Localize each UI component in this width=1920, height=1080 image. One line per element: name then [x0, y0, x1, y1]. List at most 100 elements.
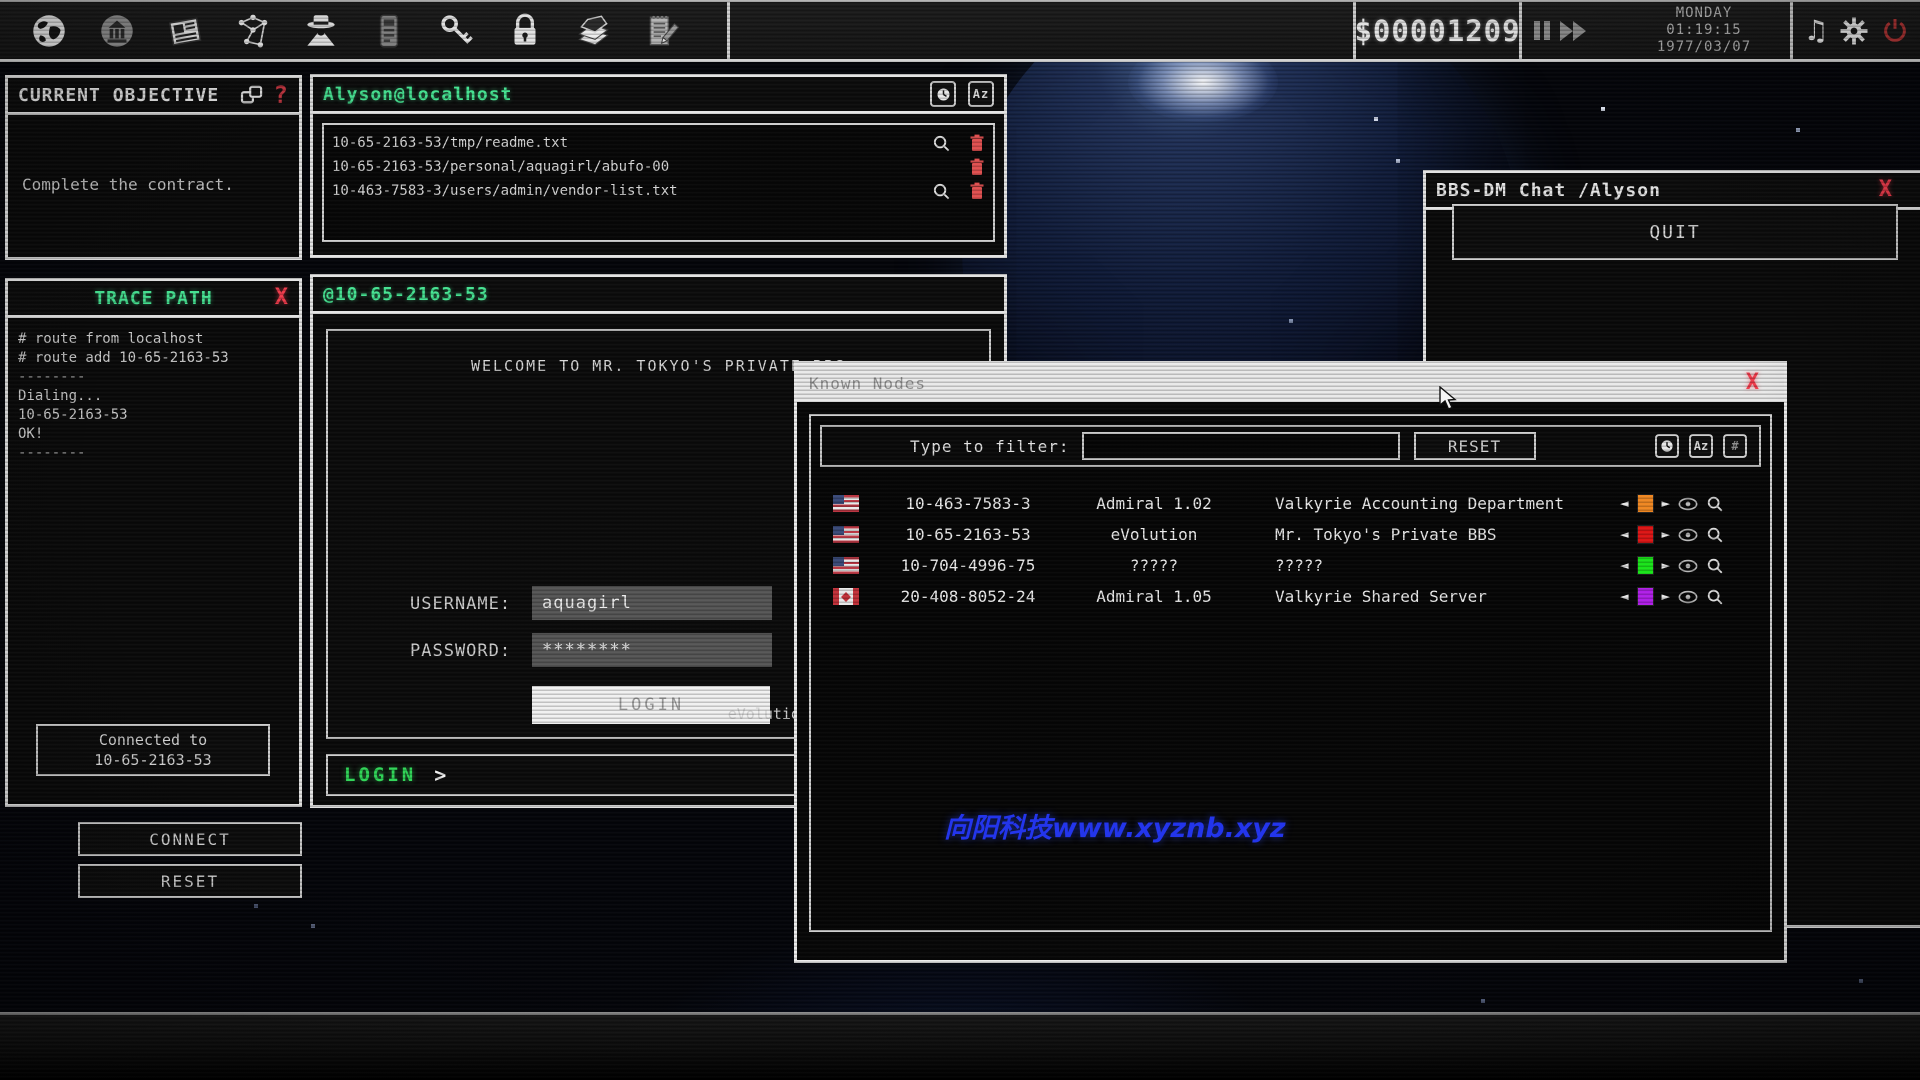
clock-date: 1977/03/07 [1620, 39, 1788, 56]
trace-line: # route from localhost [18, 330, 289, 349]
sort-alpha-icon[interactable]: Az [1689, 434, 1713, 458]
node-color-swatch[interactable] [1637, 587, 1654, 606]
trace-line: 10-65-2163-53 [18, 406, 289, 425]
color-prev-icon[interactable]: ◄ [1620, 528, 1628, 541]
music-icon[interactable]: ♫ [1803, 14, 1828, 47]
chat-title: BBS-DM Chat /Alyson [1436, 180, 1661, 201]
color-prev-icon[interactable]: ◄ [1620, 559, 1628, 572]
hacker-spy-icon[interactable] [298, 8, 344, 54]
chat-quit-button[interactable]: QUIT [1452, 204, 1898, 260]
node-color-swatch[interactable] [1637, 556, 1654, 575]
file-tracker-panel: Alyson@localhost Az 10-65-2163-53/tmp/re… [310, 74, 1007, 258]
bottom-bar [0, 1012, 1920, 1080]
scan-magnifier-icon[interactable] [1706, 526, 1724, 544]
sort-number-icon[interactable]: # [1723, 434, 1747, 458]
trace-reset-button[interactable]: RESET [78, 864, 302, 898]
trace-line: Dialing... [18, 387, 289, 406]
sort-time-icon[interactable] [1655, 434, 1679, 458]
filter-bar: Type to filter: RESET Az # [820, 425, 1761, 467]
username-field[interactable] [532, 586, 772, 620]
windows-overlap-icon[interactable] [240, 85, 264, 105]
node-list: 10-463-7583-3 Admiral 1.02 Valkyrie Acco… [811, 476, 1770, 612]
bank-icon[interactable] [94, 8, 140, 54]
color-prev-icon[interactable]: ◄ [1620, 590, 1628, 603]
node-row[interactable]: 10-463-7583-3 Admiral 1.02 Valkyrie Acco… [811, 488, 1770, 519]
fast-forward-icon[interactable] [1560, 21, 1586, 41]
file-panel-titlebar: Alyson@localhost Az [313, 77, 1004, 114]
node-color-swatch[interactable] [1637, 525, 1654, 544]
settings-gear-icon[interactable] [1839, 16, 1869, 46]
watch-eye-icon[interactable] [1678, 528, 1698, 542]
file-delete-icon[interactable] [969, 182, 985, 200]
node-row[interactable]: 10-704-4996-75 ????? ????? ◄ ► [811, 550, 1770, 581]
connected-ip: 10-65-2163-53 [38, 750, 268, 770]
trace-line: -------- [18, 444, 289, 463]
documents-icon[interactable] [570, 8, 616, 54]
node-row[interactable]: 10-65-2163-53 eVolution Mr. Tokyo's Priv… [811, 519, 1770, 550]
power-icon[interactable] [1880, 16, 1910, 46]
file-delete-icon[interactable] [969, 158, 985, 176]
node-client: Admiral 1.05 [1061, 587, 1247, 606]
color-next-icon[interactable]: ► [1662, 497, 1670, 510]
color-next-icon[interactable]: ► [1662, 590, 1670, 603]
file-row[interactable]: 10-65-2163-53/tmp/readme.txt [332, 131, 985, 155]
wallet-icon[interactable] [366, 8, 412, 54]
file-delete-icon[interactable] [969, 134, 985, 152]
help-icon[interactable]: ? [274, 81, 289, 109]
scan-magnifier-icon[interactable] [1706, 495, 1724, 513]
node-description: Valkyrie Accounting Department [1275, 494, 1620, 513]
filter-reset-button[interactable]: RESET [1414, 432, 1536, 460]
trace-titlebar: TRACE PATH X [8, 281, 299, 318]
node-color-swatch[interactable] [1637, 494, 1654, 513]
color-next-icon[interactable]: ► [1662, 559, 1670, 572]
money-display: $00001209 [1353, 2, 1522, 59]
node-ip: 10-704-4996-75 [875, 556, 1061, 575]
node-client: ????? [1061, 556, 1247, 575]
color-prev-icon[interactable]: ◄ [1620, 497, 1628, 510]
prompt-command: LOGIN [344, 764, 416, 786]
connect-button[interactable]: CONNECT [78, 822, 302, 856]
file-search-icon[interactable] [932, 182, 951, 201]
file-row[interactable]: 10-463-7583-3/users/admin/vendor-list.tx… [332, 179, 985, 203]
system-buttons: ♫ [1790, 2, 1920, 59]
mouse-cursor [1438, 386, 1462, 412]
objective-panel: CURRENT OBJECTIVE ? Complete the contrac… [5, 75, 302, 260]
newspaper-icon[interactable] [162, 8, 208, 54]
sort-alpha-icon[interactable]: Az [968, 81, 994, 107]
time-controls [1534, 2, 1604, 59]
known-nodes-close-icon[interactable]: X [1746, 372, 1760, 394]
world-map-icon[interactable] [26, 8, 72, 54]
pause-icon[interactable] [1534, 21, 1550, 40]
us-flag-icon [833, 526, 859, 543]
color-next-icon[interactable]: ► [1662, 528, 1670, 541]
file-row[interactable]: 10-65-2163-53/personal/aquagirl/abufo-00 [332, 155, 985, 179]
known-nodes-titlebar[interactable]: Known Nodes X [797, 364, 1784, 402]
terminal-titlebar: @10-65-2163-53 [313, 277, 1004, 314]
scan-magnifier-icon[interactable] [1706, 557, 1724, 575]
node-client: Admiral 1.02 [1061, 494, 1247, 513]
password-label: PASSWORD: [410, 641, 511, 661]
network-map-icon[interactable] [230, 8, 276, 54]
lock-icon[interactable] [502, 8, 548, 54]
watch-eye-icon[interactable] [1678, 497, 1698, 511]
key-icon[interactable] [434, 8, 480, 54]
file-path: 10-65-2163-53/personal/aquagirl/abufo-00 [332, 159, 669, 175]
trace-log: # route from localhost # route add 10-65… [8, 318, 299, 788]
node-row[interactable]: 20-408-8052-24 Admiral 1.05 Valkyrie Sha… [811, 581, 1770, 612]
file-search-icon[interactable] [932, 134, 951, 153]
file-path: 10-65-2163-53/tmp/readme.txt [332, 135, 568, 151]
watch-eye-icon[interactable] [1678, 590, 1698, 604]
us-flag-icon [833, 557, 859, 574]
scan-magnifier-icon[interactable] [1706, 588, 1724, 606]
watch-eye-icon[interactable] [1678, 559, 1698, 573]
trace-path-panel: TRACE PATH X # route from localhost # ro… [5, 278, 302, 807]
filter-label: Type to filter: [910, 437, 1070, 456]
node-description: Valkyrie Shared Server [1275, 587, 1620, 606]
known-nodes-window: Known Nodes X Type to filter: RESET Az # [794, 361, 1787, 963]
money-value: $00001209 [1354, 14, 1520, 48]
password-field[interactable] [532, 633, 772, 667]
chat-close-icon[interactable]: X [1879, 179, 1893, 201]
filter-input[interactable] [1082, 432, 1400, 460]
sort-time-icon[interactable] [930, 81, 956, 107]
notepad-icon[interactable] [638, 8, 684, 54]
